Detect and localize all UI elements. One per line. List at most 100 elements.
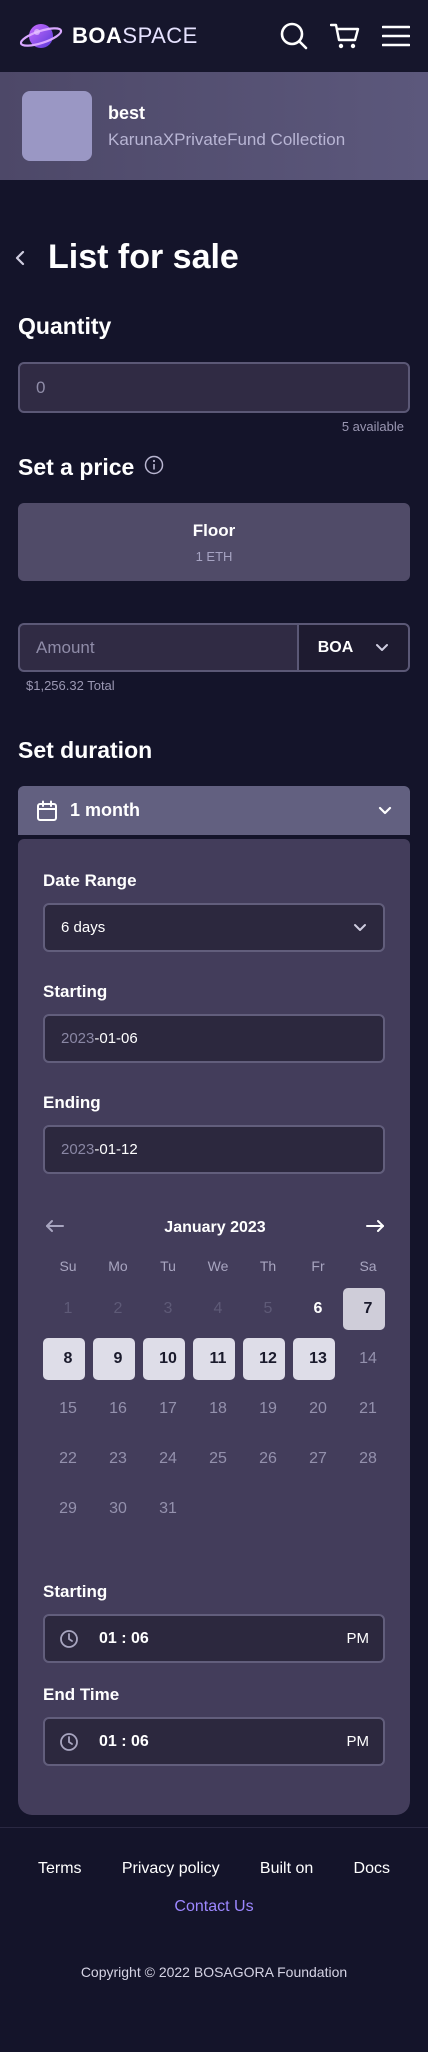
currency-select[interactable]: BOA	[297, 623, 410, 672]
calendar-day[interactable]: 30	[93, 1484, 143, 1534]
ending-year: 2023	[61, 1141, 95, 1158]
copyright: Copyright © 2022 BOSAGORA Foundation	[80, 1964, 348, 1980]
calendar-day[interactable]: 25	[193, 1434, 243, 1484]
calendar-day[interactable]: 9	[93, 1334, 143, 1384]
end-time-label: End Time	[43, 1685, 120, 1704]
duration-label: Set duration	[18, 737, 153, 763]
floor-value: 1 ETH	[195, 548, 233, 564]
calendar-day[interactable]: 6	[293, 1284, 343, 1334]
calendar-day[interactable]: 29	[43, 1484, 93, 1534]
calendar-day-number: 14	[359, 1350, 377, 1367]
weekday-label: Fr	[311, 1258, 325, 1274]
calendar-day-number: 18	[209, 1400, 227, 1417]
calendar-header: January 2023	[43, 1208, 385, 1248]
calendar-day-number: 13	[309, 1350, 327, 1367]
calendar-day: 2	[93, 1284, 143, 1334]
cart-icon[interactable]	[330, 22, 360, 50]
chevron-down-icon	[376, 644, 389, 651]
calendar-icon	[37, 800, 57, 821]
end-time-value: 01 : 06	[99, 1732, 149, 1750]
contact-us-link[interactable]: Contact Us	[0, 1898, 428, 1916]
calendar-day[interactable]: 15	[43, 1384, 93, 1434]
calendar-day[interactable]: 7	[343, 1284, 393, 1334]
search-icon[interactable]	[280, 22, 308, 50]
calendar-day[interactable]: 8	[43, 1334, 93, 1384]
quantity-label: Quantity	[18, 313, 112, 339]
footer-link-built-on[interactable]: Built on	[260, 1860, 313, 1878]
calendar-day-number: 15	[59, 1400, 77, 1417]
calendar-weekdays: Su Mo Tu We Th Fr Sa	[43, 1258, 385, 1274]
clock-icon	[60, 1732, 78, 1751]
calendar-day-number: 5	[263, 1300, 273, 1317]
collection-name: KarunaXPrivateFund Collection	[108, 129, 346, 149]
prev-month-button[interactable]	[45, 1219, 65, 1238]
page-title: List for sale	[48, 238, 239, 276]
calendar-day[interactable]: 19	[243, 1384, 293, 1434]
start-time-input[interactable]: 01 : 06 PM	[43, 1614, 385, 1663]
logo[interactable]: BOASPACE	[18, 19, 198, 53]
quantity-input[interactable]: 0	[18, 362, 410, 413]
calendar-day: 4	[193, 1284, 243, 1334]
calendar-day[interactable]: 10	[143, 1334, 193, 1384]
end-time-input[interactable]: 01 : 06 PM	[43, 1717, 385, 1766]
calendar-day-number: 24	[159, 1450, 177, 1467]
calendar-day-number: 4	[213, 1300, 223, 1317]
calendar-day-number: 28	[359, 1450, 377, 1467]
calendar-day[interactable]: 17	[143, 1384, 193, 1434]
calendar-day[interactable]: 11	[193, 1334, 243, 1384]
menu-icon[interactable]	[382, 24, 410, 48]
info-icon[interactable]	[144, 455, 164, 480]
end-time-ampm[interactable]: PM	[347, 1733, 370, 1750]
arrow-right-icon	[366, 1219, 384, 1232]
calendar-day-number: 20	[309, 1400, 327, 1417]
calendar-day-number: 25	[209, 1450, 227, 1467]
planet-logo-icon	[18, 19, 64, 53]
calendar-day-number: 26	[259, 1450, 277, 1467]
calendar-day[interactable]: 16	[93, 1384, 143, 1434]
top-header: BOASPACE	[0, 0, 428, 72]
calendar-day[interactable]: 20	[293, 1384, 343, 1434]
calendar-day[interactable]: 24	[143, 1434, 193, 1484]
calendar-day[interactable]: 22	[43, 1434, 93, 1484]
starting-month-day: -01-06	[94, 1030, 138, 1047]
calendar-day[interactable]: 28	[343, 1434, 393, 1484]
nft-name: best	[108, 102, 146, 123]
calendar-day[interactable]: 31	[143, 1484, 193, 1534]
calendar-day[interactable]: 26	[243, 1434, 293, 1484]
calendar-day-number: 12	[259, 1350, 277, 1367]
amount-total: $1,256.32 Total	[26, 678, 115, 693]
calendar-day[interactable]: 18	[193, 1384, 243, 1434]
start-time-ampm[interactable]: PM	[347, 1630, 370, 1647]
calendar-day[interactable]: 14	[343, 1334, 393, 1384]
calendar-day-number: 6	[313, 1300, 323, 1317]
floor-title: Floor	[192, 520, 236, 540]
next-month-button[interactable]	[365, 1219, 385, 1238]
calendar-day-number: 10	[159, 1350, 177, 1367]
back-button[interactable]	[14, 244, 42, 272]
starting-date-label: Starting	[43, 982, 108, 1001]
amount-input[interactable]: Amount	[18, 623, 297, 672]
footer-link-docs[interactable]: Docs	[354, 1860, 390, 1878]
calendar-day[interactable]: 21	[343, 1384, 393, 1434]
duration-select[interactable]: 1 month	[18, 786, 410, 835]
calendar-month: January 2023	[164, 1219, 266, 1236]
calendar-day-number: 30	[109, 1500, 127, 1517]
calendar-day[interactable]: 23	[93, 1434, 143, 1484]
collection-banner: best KarunaXPrivateFund Collection	[0, 72, 428, 180]
calendar-day[interactable]: 12	[243, 1334, 293, 1384]
calendar-day-number: 29	[59, 1500, 77, 1517]
calendar-day[interactable]: 27	[293, 1434, 343, 1484]
weekday-label: Mo	[108, 1258, 128, 1274]
starting-date-input[interactable]: 2023 -01-06	[43, 1014, 385, 1063]
footer-link-privacy[interactable]: Privacy policy	[122, 1860, 220, 1878]
clock-icon	[60, 1629, 78, 1648]
date-range-select[interactable]: 6 days	[43, 903, 385, 952]
calendar-day-number: 23	[109, 1450, 127, 1467]
ending-date-input[interactable]: 2023 -01-12	[43, 1125, 385, 1174]
weekday-label: Su	[59, 1258, 77, 1274]
calendar-day[interactable]: 13	[293, 1334, 343, 1384]
logo-text: BOASPACE	[72, 23, 198, 48]
arrow-left-icon	[46, 1219, 64, 1232]
footer-link-terms[interactable]: Terms	[38, 1860, 82, 1878]
floor-price-option[interactable]: Floor 1 ETH	[18, 503, 410, 581]
